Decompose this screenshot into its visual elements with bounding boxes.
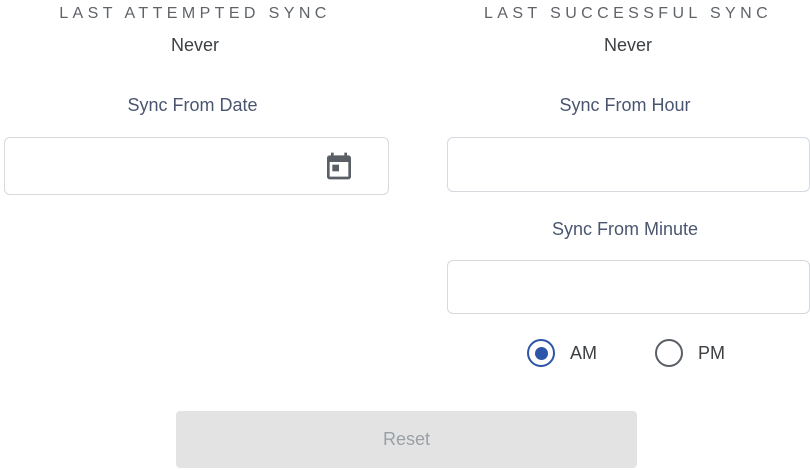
last-attempted-sync-caption: LAST ATTEMPTED SYNC [59, 5, 331, 22]
am-radio[interactable]: AM [527, 335, 597, 371]
sync-from-minute-label: Sync From Minute [551, 219, 699, 239]
radio-selected-icon[interactable] [527, 339, 555, 367]
sync-from-minute-input[interactable] [448, 261, 809, 313]
sync-from-hour-label: Sync From Hour [559, 95, 691, 115]
reset-button[interactable]: Reset [176, 411, 637, 468]
pm-radio-label: PM [698, 342, 725, 363]
sync-from-hour-field[interactable] [447, 137, 810, 192]
last-successful-sync-caption: LAST SUCCESSFUL SYNC [483, 5, 773, 22]
calendar-icon[interactable] [323, 150, 355, 182]
last-successful-sync-value: Never [603, 35, 652, 55]
sync-from-date-label: Sync From Date [127, 95, 258, 115]
sync-from-hour-input[interactable] [448, 138, 809, 191]
am-radio-label: AM [570, 342, 597, 363]
radio-unselected-icon[interactable] [655, 339, 683, 367]
sync-from-minute-field[interactable] [447, 260, 810, 314]
pm-radio[interactable]: PM [655, 335, 725, 371]
last-attempted-sync-value: Never [170, 35, 219, 55]
sync-settings-panel: LAST ATTEMPTED SYNC Never LAST SUCCESSFU… [0, 0, 810, 470]
